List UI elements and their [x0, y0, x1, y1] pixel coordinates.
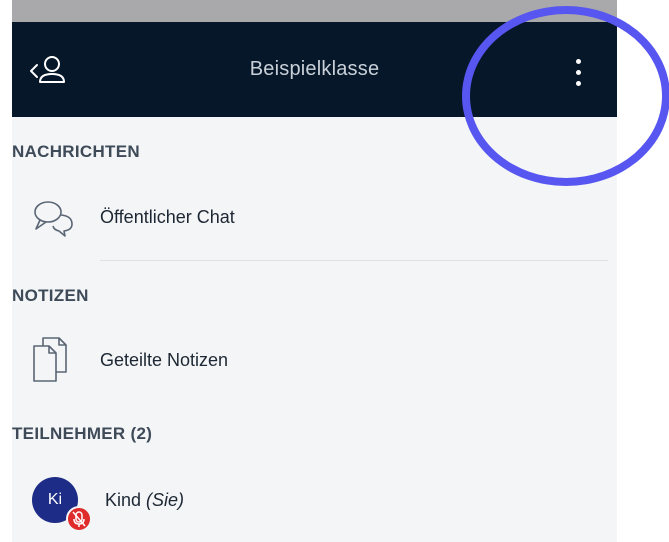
mute-status-badge: [66, 506, 92, 532]
status-strip: [12, 0, 617, 22]
menu-dot: [576, 70, 581, 75]
participant-name: Kind (Sie): [105, 490, 184, 511]
participant-name-text: Kind: [105, 490, 142, 510]
public-chat-label: Öffentlicher Chat: [100, 207, 235, 227]
shared-notes-label: Geteilte Notizen: [100, 350, 229, 370]
menu-dot: [576, 81, 581, 86]
page-title: Beispielklasse: [249, 58, 380, 80]
chat-bubbles-icon: [34, 201, 73, 237]
list-item-public-chat[interactable]: Öffentlicher Chat: [12, 187, 617, 247]
header-bar: Beispielklasse: [12, 22, 617, 117]
section-label-notes: NOTIZEN: [12, 286, 89, 305]
participant-row[interactable]: Ki Kind (Sie): [12, 470, 617, 532]
self-indicator: (Sie): [146, 490, 185, 510]
user-list-panel: Beispielklasse NACHRICHTEN Öffentlicher …: [12, 22, 617, 542]
more-vertical-icon: [576, 59, 581, 64]
divider: [100, 260, 608, 261]
section-label-participants: TEILNEHMER (2): [12, 424, 153, 443]
documents-icon: [33, 337, 67, 382]
avatar-initials: Ki: [47, 491, 63, 508]
list-item-shared-notes[interactable]: Geteilte Notizen: [12, 330, 617, 390]
muted-microphone-icon: [72, 511, 86, 527]
more-options-button[interactable]: [564, 56, 594, 90]
section-label-messages: NACHRICHTEN: [12, 142, 140, 161]
